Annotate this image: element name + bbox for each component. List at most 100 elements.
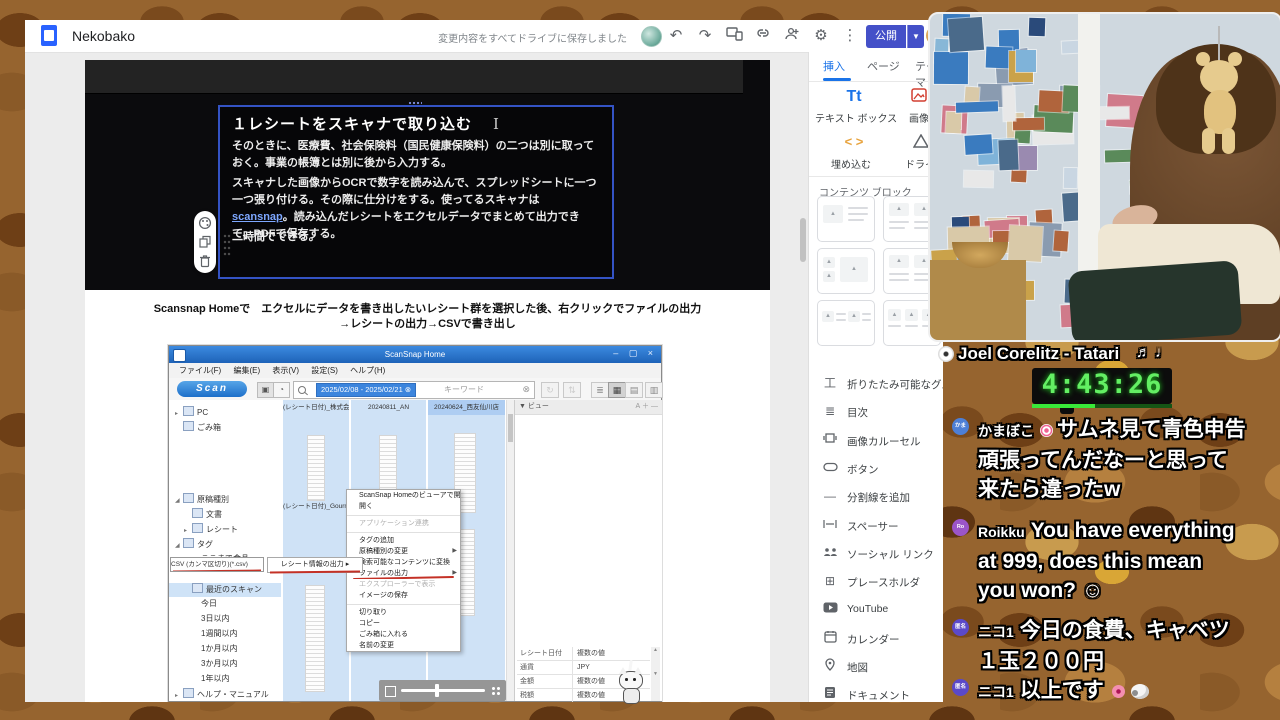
sidebar-item-calendar[interactable]: カレンダー bbox=[819, 630, 941, 648]
text-box-icon[interactable]: Tt bbox=[834, 88, 874, 106]
context-menu-item: 切り取り bbox=[359, 609, 387, 616]
scansnap-embed[interactable]: ScanSnap Home – ▢ × ファイル(F) 編集(E) 表示(V) … bbox=[168, 345, 663, 702]
detail-table-scrollbar: ▲ ▼ bbox=[651, 647, 660, 701]
sidebar-item-collapse[interactable]: 工折りたたみ可能なグループ bbox=[819, 375, 943, 393]
sidebar-item-divider[interactable]: — 分割線を追加 bbox=[819, 488, 941, 506]
text-line-stub bbox=[889, 221, 909, 223]
text-cursor: I bbox=[493, 115, 499, 133]
settings-gear-icon[interactable]: ⚙ bbox=[811, 26, 831, 46]
textbox-paragraph-1: そのときに、医療費、社会保険料（国民健康保険料）の二つは別に取っておく。事業の帳… bbox=[232, 140, 595, 170]
share-add-person-icon[interactable] bbox=[782, 26, 802, 46]
cloud-view-toggle-icon: ◔ bbox=[273, 382, 290, 398]
context-menu: ScanSnap Homeのビューアで開く 開く アプリケーション連携 タグの追加 原稿… bbox=[346, 489, 461, 652]
tree-item: 文書 bbox=[169, 508, 296, 522]
context-menu-item: イメージの保存 bbox=[359, 592, 408, 599]
section-header-band bbox=[85, 60, 743, 94]
chat-username: かまぼこ bbox=[978, 423, 1034, 439]
image-caption[interactable]: Scansnap Homeで エクセルにデータを書き出したいレシート群を選択した… bbox=[85, 302, 770, 333]
text-line-stub bbox=[848, 213, 868, 215]
seek-track[interactable] bbox=[401, 689, 485, 692]
content-block-tile[interactable]: ▲ bbox=[817, 196, 875, 242]
refresh-icon: ↻ bbox=[541, 382, 559, 398]
wooden-shelf bbox=[930, 260, 1026, 340]
date-range-chip: 2025/02/08 - 2025/02/21 ⊗ bbox=[316, 383, 417, 397]
chat-username: Roikku bbox=[978, 524, 1025, 540]
more-menu-icon[interactable]: ⋮ bbox=[840, 26, 860, 46]
scansnap-link[interactable]: scansnap bbox=[232, 211, 283, 223]
sidebar-item-map[interactable]: 地図 bbox=[819, 658, 941, 676]
menu-view: 表示(V) bbox=[272, 366, 300, 375]
undo-icon[interactable]: ↶ bbox=[666, 26, 686, 46]
insert-sidebar: 挿入 ページ テーマ Tt テキスト ボックス 画像 < > 埋め込む ドライブ… bbox=[808, 52, 943, 702]
side-panel-toggle-icon: ▥ bbox=[645, 382, 663, 398]
menu-settings: 設定(S) bbox=[311, 366, 338, 375]
sidebar-item-spacer[interactable]: スペーサー bbox=[819, 517, 941, 535]
editor-topbar: Nekobako 変更内容をすべてドライブに保存しました ↶ ↷ ⚙ ⋮ 公開 … bbox=[25, 20, 943, 53]
device-preview-icon[interactable] bbox=[724, 26, 744, 46]
image-label[interactable]: 画像 bbox=[909, 110, 929, 125]
copy-link-icon[interactable] bbox=[753, 26, 773, 46]
dark-section: １レシートをスキャナで取り込む I そのときに、医療費、社会保険料（国民健康保険… bbox=[85, 60, 770, 290]
chat-message-body: Roikku You have everything at 999, does t… bbox=[978, 516, 1278, 605]
sidebar-item-social[interactable]: ソーシャル リンク bbox=[819, 545, 941, 563]
sidebar-item-label: スペーサー bbox=[847, 520, 899, 533]
delete-trash-icon[interactable] bbox=[198, 254, 212, 268]
receipt-column-header: (レシート日付)_株式会社 bbox=[283, 404, 349, 411]
tab-insert[interactable]: 挿入 bbox=[823, 58, 845, 74]
collage-photo bbox=[963, 170, 994, 187]
collapse-icon: 工 bbox=[823, 376, 836, 390]
palette-icon[interactable] bbox=[198, 216, 212, 230]
menu-file: ファイル(F) bbox=[179, 366, 222, 375]
embed-icon[interactable]: < > bbox=[834, 134, 874, 149]
embed-media-controls[interactable] bbox=[379, 680, 506, 701]
duplicate-icon[interactable] bbox=[198, 235, 212, 249]
scansnap-folder-tree: ▸PCごみ箱◢原稿種別文書▸レシート◢タグここまで食品最近のスキャン今日3日以内… bbox=[169, 400, 296, 701]
drag-handle-dots[interactable] bbox=[223, 233, 231, 257]
content-block-tile[interactable]: ▲ ▲ bbox=[817, 300, 875, 346]
selected-text-box[interactable]: １レシートをスキャナで取り込む I そのときに、医療費、社会保険料（国民健康保険… bbox=[194, 101, 614, 279]
placeholder-icon: ⊞ bbox=[824, 574, 836, 589]
text-line-stub bbox=[848, 207, 868, 209]
context-menu-item: 開く bbox=[359, 503, 373, 510]
publish-dropdown-caret[interactable]: ▼ bbox=[907, 25, 924, 48]
publish-button[interactable]: 公開 bbox=[866, 25, 906, 48]
grid-dots-icon[interactable] bbox=[491, 686, 500, 695]
sidebar-item-button[interactable]: ボタン bbox=[819, 460, 941, 478]
search-clear-icon: ⊗ bbox=[522, 384, 530, 394]
content-block-tile[interactable]: ▲ ▲ ▲ bbox=[817, 248, 875, 294]
textbox-handle[interactable] bbox=[408, 101, 422, 105]
sidebar-item-youtube[interactable]: YouTube bbox=[819, 601, 941, 619]
text-line-stub bbox=[888, 325, 901, 327]
redo-icon[interactable]: ↷ bbox=[695, 26, 715, 46]
seek-thumb[interactable] bbox=[435, 684, 439, 697]
collaborator-avatar[interactable] bbox=[641, 26, 662, 47]
caption-line-1: Scansnap Homeで エクセルにデータを書き出したいレシート群を選択した… bbox=[153, 303, 702, 315]
text-box-label[interactable]: テキスト ボックス bbox=[815, 110, 897, 125]
sidebar-item-carousel[interactable]: 画像カルーセル bbox=[819, 432, 941, 450]
view-panel-label: ▼ ビュー bbox=[519, 403, 549, 410]
scansnap-menubar: ファイル(F) 編集(E) 表示(V) 設定(S) ヘルプ(H) bbox=[169, 363, 661, 379]
receipt-column-header: 20240624_西友仙川店 bbox=[433, 404, 500, 411]
music-disc-icon bbox=[938, 346, 954, 362]
sidebar-item-label: 目次 bbox=[847, 407, 868, 420]
flower-emote bbox=[1111, 685, 1125, 698]
canvas-scrollbar[interactable] bbox=[800, 218, 806, 262]
context-menu-item: ごみ箱に入れる bbox=[359, 631, 408, 638]
chat-avatar: 匿名 bbox=[952, 619, 969, 636]
fullscreen-icon[interactable] bbox=[385, 686, 396, 697]
sidebar-item-label: 折りたたみ可能なグループ bbox=[847, 379, 943, 391]
collage-photo bbox=[1052, 230, 1068, 251]
tab-pages[interactable]: ページ bbox=[867, 58, 900, 74]
receipt-output-submenu-item: レシート情報の出力 ▸ bbox=[267, 557, 363, 573]
site-title[interactable]: Nekobako bbox=[72, 28, 135, 44]
menu-separator bbox=[347, 512, 460, 516]
embed-label[interactable]: 埋め込む bbox=[831, 156, 871, 171]
sidebar-item-placeholder[interactable]: ⊞ プレースホルダ bbox=[819, 573, 941, 591]
devices-glyph bbox=[725, 27, 743, 41]
menu-separator bbox=[347, 529, 460, 533]
carousel-icon bbox=[822, 432, 838, 448]
sidebar-item-docs[interactable]: ドキュメント bbox=[819, 686, 941, 702]
list-view-icon: ≣ bbox=[591, 382, 609, 398]
sidebar-item-toc[interactable]: ≣ 目次 bbox=[819, 403, 941, 421]
keyword-placeholder: キーワード bbox=[444, 385, 484, 394]
